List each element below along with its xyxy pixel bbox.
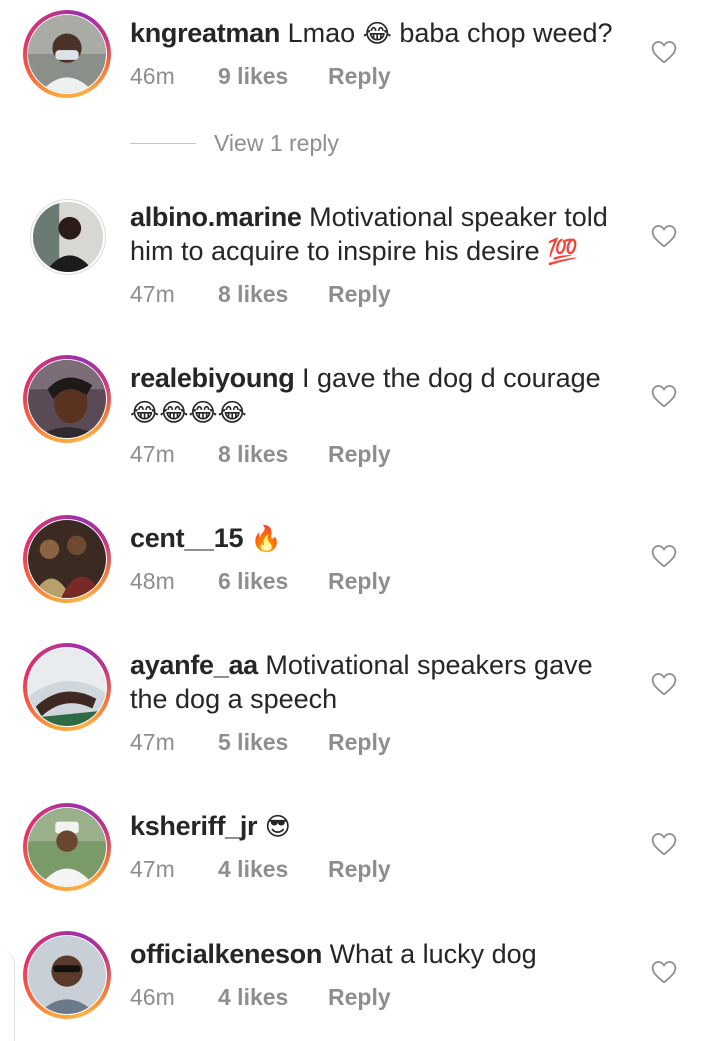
heart-icon[interactable] (651, 832, 677, 858)
comment-text: ksheriff_jr 😎 (130, 809, 630, 844)
avatar[interactable] (30, 199, 106, 275)
avatar[interactable] (23, 10, 111, 98)
comment-body: Lmao (287, 18, 356, 48)
reply-button[interactable]: Reply (328, 729, 391, 756)
heart-icon[interactable] (651, 672, 677, 698)
heart-icon[interactable] (651, 960, 677, 986)
avatar[interactable] (23, 515, 111, 603)
comment-time: 47m (130, 281, 175, 307)
reply-button[interactable]: Reply (328, 441, 391, 468)
reply-button[interactable]: Reply (328, 568, 391, 595)
comment-body-continued: baba chop weed? (399, 18, 613, 48)
comment-meta: 47m 8 likes Reply (130, 281, 391, 308)
avatar[interactable] (23, 931, 111, 1019)
heart-icon[interactable] (651, 40, 677, 66)
comment-username[interactable]: kngreatman (130, 18, 280, 48)
comment-username[interactable]: cent__15 (130, 523, 243, 553)
reply-button[interactable]: Reply (328, 856, 391, 883)
comment-text: albino.marine Motivational speaker told … (130, 200, 630, 269)
comment-meta: 48m 6 likes Reply (130, 568, 391, 595)
comment-username[interactable]: officialkeneson (130, 939, 322, 969)
comment-username[interactable]: ksheriff_jr (130, 811, 258, 841)
fire-emoji-icon: 🔥 (250, 524, 282, 553)
heart-icon[interactable] (651, 384, 677, 410)
comment-likes[interactable]: 5 likes (218, 729, 328, 756)
comment-username[interactable]: ayanfe_aa (130, 650, 258, 680)
heart-icon[interactable] (651, 224, 677, 250)
comment-text: realebiyoung I gave the dog d courage 😂😂… (130, 361, 630, 430)
comment-text: cent__15 🔥 (130, 521, 630, 556)
comment-body: What a lucky dog (329, 939, 537, 969)
reply-button[interactable]: Reply (328, 63, 391, 90)
avatar[interactable] (23, 355, 111, 443)
comment-time: 47m (130, 856, 175, 882)
comment-likes[interactable]: 8 likes (218, 281, 328, 308)
laughing-emoji-icon: 😂 (362, 19, 392, 48)
comment-text: ayanfe_aa Motivational speakers gave the… (130, 648, 630, 716)
comment-likes[interactable]: 9 likes (218, 63, 328, 90)
comment-likes[interactable]: 4 likes (218, 984, 328, 1011)
comment-text: kngreatman Lmao 😂 baba chop weed? (130, 16, 630, 51)
comment-meta: 46m 4 likes Reply (130, 984, 391, 1011)
comment-meta: 47m 5 likes Reply (130, 729, 391, 756)
comment-meta: 47m 8 likes Reply (130, 441, 391, 468)
comment-username[interactable]: realebiyoung (130, 363, 295, 393)
comment-time: 46m (130, 63, 175, 89)
comment-time: 47m (130, 729, 175, 755)
reply-button[interactable]: Reply (328, 281, 391, 308)
comment-likes[interactable]: 6 likes (218, 568, 328, 595)
panel-edge (0, 950, 15, 1041)
sunglasses-emoji-icon: 😎 (264, 812, 291, 841)
hundred-points-emoji-icon: 💯 (547, 237, 579, 266)
avatar[interactable] (23, 643, 111, 731)
comment-meta: 47m 4 likes Reply (130, 856, 391, 883)
comment-likes[interactable]: 4 likes (218, 856, 328, 883)
comment-time: 48m (130, 568, 175, 594)
avatar[interactable] (23, 803, 111, 891)
comment-body: I gave the dog d courage (301, 363, 601, 393)
heart-icon[interactable] (651, 544, 677, 570)
comment-meta: 46m 9 likes Reply (130, 63, 391, 90)
laughing-emoji-icon: 😂😂😂😂 (130, 398, 247, 427)
comment-time: 46m (130, 984, 175, 1010)
comment-username[interactable]: albino.marine (130, 202, 302, 232)
divider-line (130, 143, 196, 144)
comment-text: officialkeneson What a lucky dog (130, 937, 630, 971)
view-replies-button[interactable]: View 1 reply (130, 130, 339, 157)
comment-likes[interactable]: 8 likes (218, 441, 328, 468)
reply-button[interactable]: Reply (328, 984, 391, 1011)
view-replies-label: View 1 reply (214, 130, 339, 156)
comment-time: 47m (130, 441, 175, 467)
